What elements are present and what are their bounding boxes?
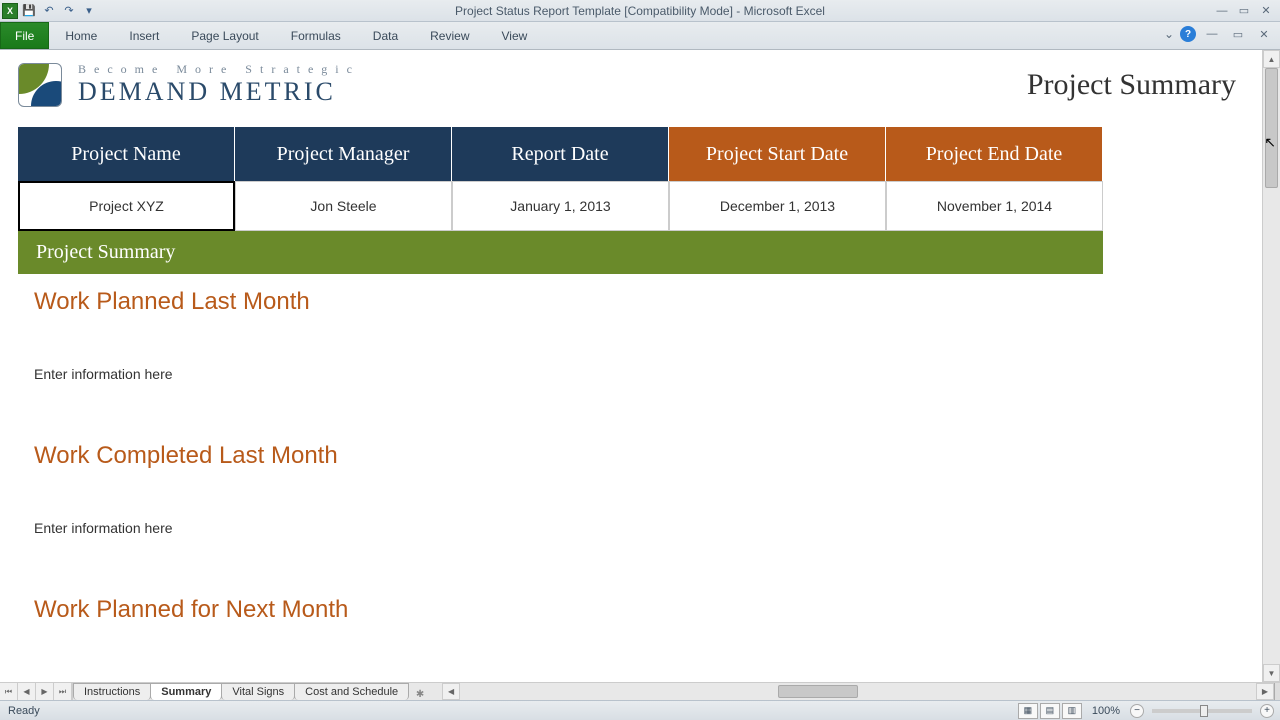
undo-button[interactable]: ↶ xyxy=(40,2,58,20)
qat-more-button[interactable]: ▾ xyxy=(80,2,98,20)
ribbon: File Home Insert Page Layout Formulas Da… xyxy=(0,22,1280,50)
col-header-end-date: Project End Date xyxy=(886,127,1103,181)
vscroll-thumb[interactable] xyxy=(1265,68,1278,188)
cell-project-manager[interactable]: Jon Steele xyxy=(235,181,452,231)
doc-minimize-button[interactable]: — xyxy=(1202,26,1222,42)
logo-brand: DEMAND METRIC xyxy=(78,77,360,107)
title-bar: X 💾 ↶ ↷ ▾ Project Status Report Template… xyxy=(0,0,1280,22)
col-header-report-date: Report Date xyxy=(452,127,669,181)
ribbon-minimize-icon[interactable]: ⌄ xyxy=(1164,27,1174,41)
tab-page-layout[interactable]: Page Layout xyxy=(175,22,274,49)
sheet-nav-first[interactable]: ⏮ xyxy=(0,683,18,700)
col-header-start-date: Project Start Date xyxy=(669,127,886,181)
doc-restore-button[interactable]: ▭ xyxy=(1228,26,1248,42)
hscroll-left-button[interactable]: ◀ xyxy=(442,683,460,700)
zoom-percent[interactable]: 100% xyxy=(1084,705,1128,717)
redo-button[interactable]: ↷ xyxy=(60,2,78,20)
sheet-tab-summary[interactable]: Summary xyxy=(150,683,222,700)
hscroll-thumb[interactable] xyxy=(778,685,858,698)
tab-home[interactable]: Home xyxy=(49,22,113,49)
tab-formulas[interactable]: Formulas xyxy=(275,22,357,49)
hscroll-splitter[interactable] xyxy=(1274,683,1280,700)
cell-start-date[interactable]: December 1, 2013 xyxy=(669,181,886,231)
tab-insert[interactable]: Insert xyxy=(113,22,175,49)
minimize-button[interactable]: — xyxy=(1212,3,1232,19)
status-ready: Ready xyxy=(0,705,40,717)
text-work-completed-last[interactable]: Enter information here xyxy=(34,520,1244,536)
zoom-in-button[interactable]: + xyxy=(1260,704,1274,718)
view-page-layout-button[interactable]: ▤ xyxy=(1040,703,1060,719)
doc-close-button[interactable]: ✕ xyxy=(1254,26,1274,42)
sheet-tab-instructions[interactable]: Instructions xyxy=(73,683,151,700)
save-button[interactable]: 💾 xyxy=(20,2,38,20)
tab-review[interactable]: Review xyxy=(414,22,485,49)
status-bar: Ready ▦ ▤ ▥ 100% − + xyxy=(0,700,1280,720)
logo-icon xyxy=(18,63,62,107)
excel-icon: X xyxy=(2,3,18,19)
logo-tagline: Become More Strategic xyxy=(78,62,360,77)
help-icon[interactable]: ? xyxy=(1180,26,1196,42)
cell-end-date[interactable]: November 1, 2014 xyxy=(886,181,1103,231)
tab-data[interactable]: Data xyxy=(357,22,414,49)
cell-report-date[interactable]: January 1, 2013 xyxy=(452,181,669,231)
sheet-nav-last[interactable]: ⏭ xyxy=(54,683,72,700)
new-sheet-button[interactable]: ✱ xyxy=(408,689,432,700)
close-button[interactable]: ✕ xyxy=(1256,3,1276,19)
cell-project-name[interactable]: Project XYZ xyxy=(18,181,235,231)
spreadsheet-area[interactable]: Become More Strategic DEMAND METRIC Proj… xyxy=(0,50,1262,682)
hscroll-track[interactable] xyxy=(460,683,1256,700)
sheet-nav-prev[interactable]: ◀ xyxy=(18,683,36,700)
scroll-down-button[interactable]: ▼ xyxy=(1263,664,1280,682)
col-header-project-name: Project Name xyxy=(18,127,235,181)
file-tab[interactable]: File xyxy=(0,22,49,49)
zoom-out-button[interactable]: − xyxy=(1130,704,1144,718)
sheet-nav-next[interactable]: ▶ xyxy=(36,683,54,700)
hscroll-right-button[interactable]: ▶ xyxy=(1256,683,1274,700)
heading-work-planned-next: Work Planned for Next Month xyxy=(34,596,1244,624)
heading-work-planned-last: Work Planned Last Month xyxy=(34,288,1244,316)
sheet-tab-vital-signs[interactable]: Vital Signs xyxy=(221,683,295,700)
zoom-slider[interactable] xyxy=(1152,709,1252,713)
col-header-project-manager: Project Manager xyxy=(235,127,452,181)
text-work-planned-last[interactable]: Enter information here xyxy=(34,366,1244,382)
project-info-table: Project Name Project XYZ Project Manager… xyxy=(18,127,1103,231)
window-title: Project Status Report Template [Compatib… xyxy=(455,4,825,18)
view-page-break-button[interactable]: ▥ xyxy=(1062,703,1082,719)
scroll-up-button[interactable]: ▲ xyxy=(1263,50,1280,68)
view-normal-button[interactable]: ▦ xyxy=(1018,703,1038,719)
page-title: Project Summary xyxy=(1027,68,1244,102)
tab-view[interactable]: View xyxy=(486,22,544,49)
restore-button[interactable]: ▭ xyxy=(1234,3,1254,19)
sheet-tab-bar: ⏮ ◀ ▶ ⏭ Instructions Summary Vital Signs… xyxy=(0,682,1280,700)
section-bar-summary: Project Summary xyxy=(18,231,1103,274)
sheet-tab-cost-schedule[interactable]: Cost and Schedule xyxy=(294,683,409,700)
heading-work-completed-last: Work Completed Last Month xyxy=(34,442,1244,470)
zoom-handle[interactable] xyxy=(1200,705,1208,717)
vertical-scrollbar[interactable]: ▲ ▼ xyxy=(1262,50,1280,682)
